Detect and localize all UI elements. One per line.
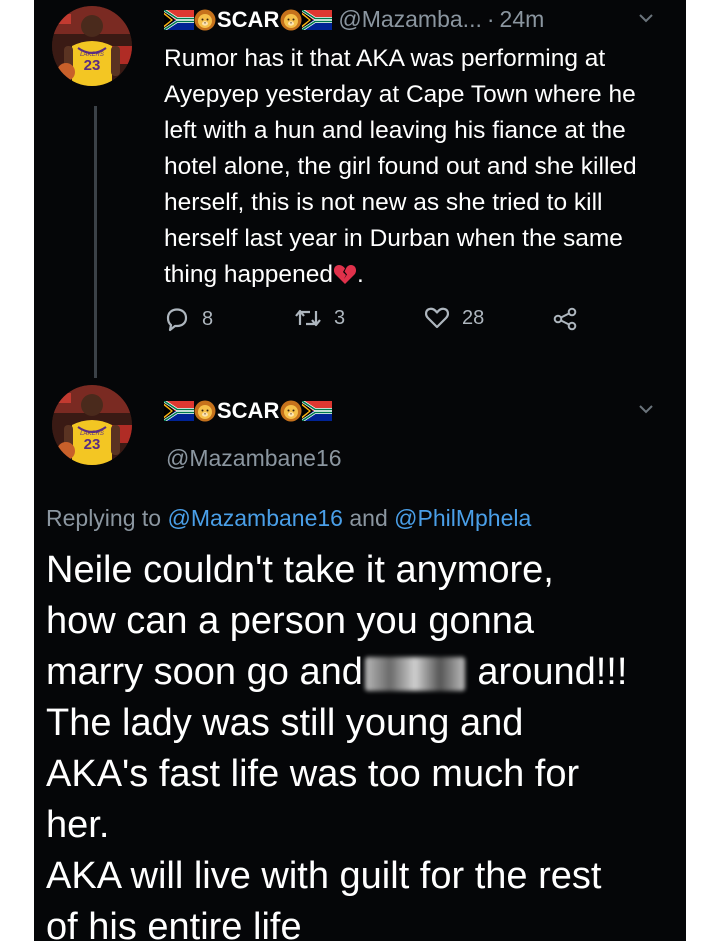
replying-and: and	[349, 505, 388, 531]
tweet-header: SCAR	[164, 398, 332, 424]
reply-action[interactable]: 8	[164, 306, 213, 332]
share-icon	[553, 307, 577, 331]
chevron-down-icon[interactable]	[638, 12, 654, 24]
tweet-text: Neile couldn't take it anymore, how can …	[46, 545, 681, 941]
tweet-line: her.	[46, 804, 110, 846]
tweet-actions: 8 3 28	[164, 306, 664, 346]
censored-word	[364, 656, 465, 691]
south-africa-flag-icon	[164, 10, 194, 30]
reply-user-link[interactable]: @PhilMphela	[394, 505, 531, 531]
tweet-line-part: marry soon go and	[46, 651, 363, 693]
lion-face-icon	[194, 9, 216, 31]
broken-heart-icon	[333, 265, 356, 284]
reply-icon	[166, 308, 188, 332]
retweet-icon	[295, 309, 321, 327]
share-action[interactable]	[552, 306, 590, 332]
tweet-line: of his entire life	[46, 906, 302, 941]
retweet-count: 3	[334, 306, 346, 329]
avatar[interactable]: 23	[52, 385, 132, 465]
like-action[interactable]: 28	[424, 306, 484, 330]
avatar[interactable]: 23	[52, 6, 132, 86]
tweet-body: Rumor has it that AKA was performing at …	[164, 45, 637, 288]
jersey-number: 23	[84, 57, 101, 74]
chevron-down-icon[interactable]	[638, 403, 654, 415]
south-africa-flag-icon	[302, 10, 332, 30]
tweet-thread-screen: 23 SCAR @Mazamba... · 24m Rumor has it t…	[34, 0, 686, 941]
tweet-line-part: around!!!	[477, 651, 628, 693]
tweet-line: how can a person you gonna	[46, 600, 535, 642]
user-handle[interactable]: @Mazamba...	[338, 6, 482, 33]
lion-face-icon	[194, 400, 216, 422]
display-name[interactable]: SCAR	[217, 398, 279, 424]
lion-face-icon	[280, 400, 302, 422]
replying-prefix: Replying to	[46, 505, 162, 531]
like-count: 28	[462, 306, 485, 329]
user-handle[interactable]: @Mazambane16	[166, 445, 342, 472]
tweet-line: AKA's fast life was too much for	[46, 753, 580, 795]
timestamp[interactable]: 24m	[500, 6, 545, 33]
replying-to: Replying to @Mazambane16 and @PhilMphela	[46, 505, 531, 532]
tweet-line: AKA will live with guilt for the rest	[46, 855, 602, 897]
tweet-header: SCAR @Mazamba... · 24m	[164, 6, 544, 33]
heart-icon	[425, 307, 449, 329]
south-africa-flag-icon	[164, 401, 194, 421]
south-africa-flag-icon	[302, 401, 332, 421]
display-name[interactable]: SCAR	[217, 7, 279, 33]
jersey-number: 23	[84, 436, 101, 453]
tweet-text: Rumor has it that AKA was performing at …	[164, 41, 669, 293]
reply-count: 8	[202, 307, 214, 330]
lion-face-icon	[280, 9, 302, 31]
thread-line	[94, 106, 97, 378]
tweet-line: Neile couldn't take it anymore,	[46, 549, 554, 591]
tweet-line: The lady was still young and	[46, 702, 524, 744]
tweet-line: marry soon go and around!!!	[46, 647, 681, 698]
retweet-action[interactable]: 3	[294, 306, 345, 330]
tweet-body-end: .	[356, 261, 364, 288]
reply-user-link[interactable]: @Mazambane16	[167, 505, 343, 531]
separator-dot: ·	[486, 6, 495, 32]
